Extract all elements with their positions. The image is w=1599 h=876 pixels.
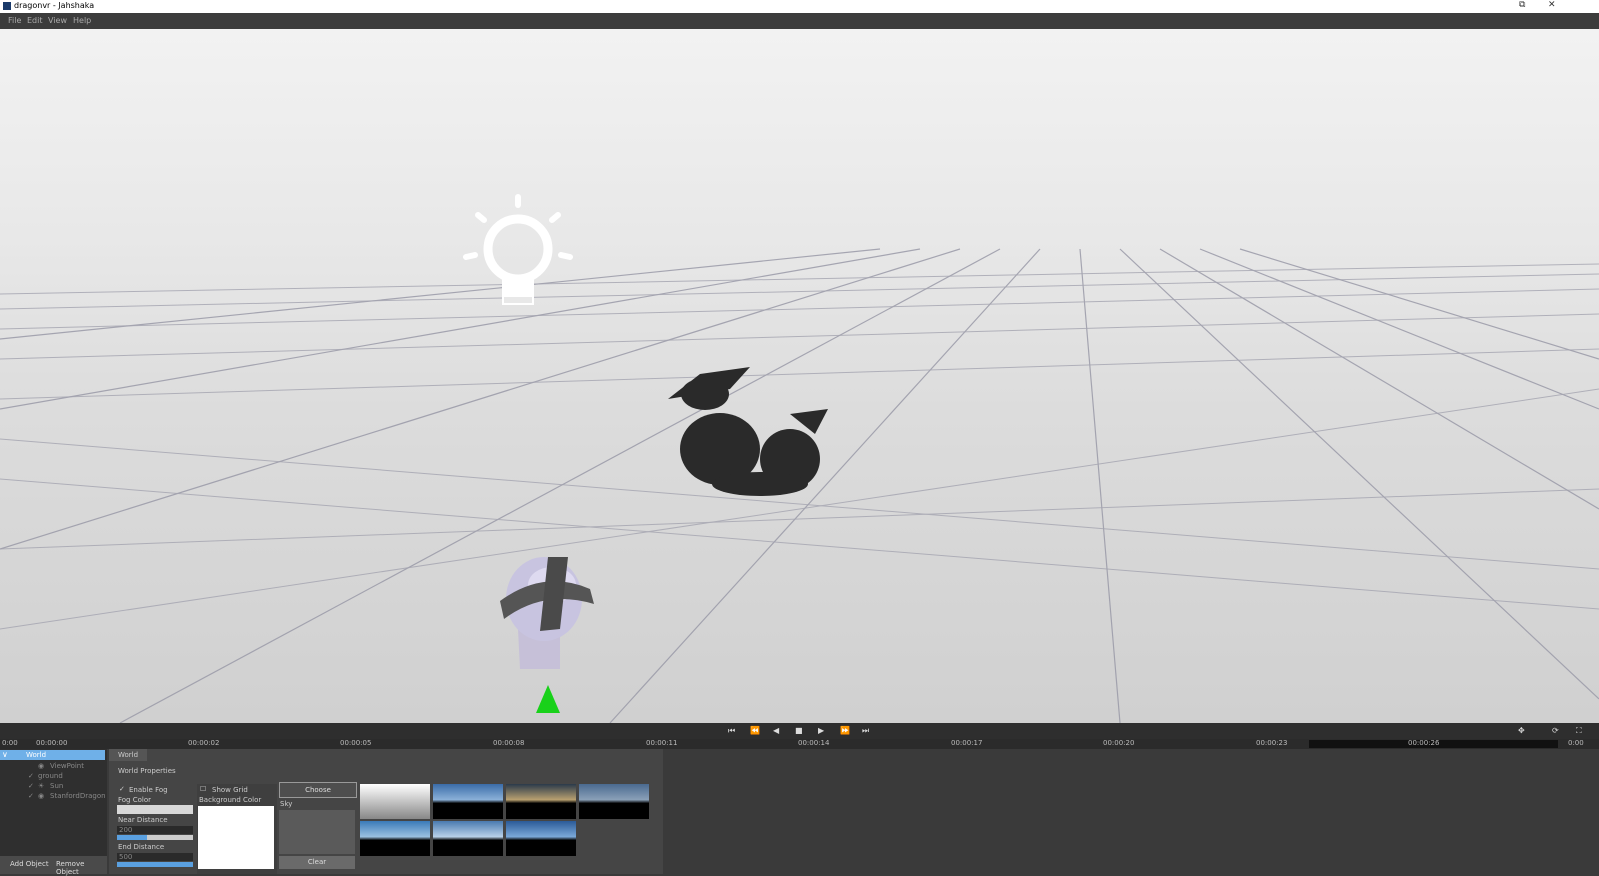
near-distance-input[interactable]: 200: [117, 826, 193, 834]
timeline-start: 0:00: [2, 739, 18, 747]
outliner-buttons: Add Object Remove Object: [0, 856, 107, 876]
timeline-tick: 00:00:17: [951, 739, 983, 747]
near-distance-slider[interactable]: [117, 835, 193, 840]
timeline-tick: 00:00:08: [493, 739, 525, 747]
empty-panel-area: [663, 749, 1599, 874]
timeline-end: 0:00: [1568, 739, 1584, 747]
sky-thumbnail[interactable]: [360, 821, 430, 856]
end-distance-input[interactable]: 500: [117, 853, 193, 861]
enable-fog-checkbox[interactable]: ✓: [119, 785, 125, 793]
viewpoint-arrow-icon: [536, 685, 560, 713]
menu-edit[interactable]: Edit: [27, 16, 43, 25]
tree-item-world[interactable]: ∨ World: [0, 750, 105, 760]
show-grid-checkbox[interactable]: ☐: [200, 785, 206, 793]
timeline-tick: 00:00:26: [1408, 739, 1440, 747]
near-distance-label: Near Distance: [118, 816, 168, 824]
scene-render: [0, 194, 1599, 723]
visibility-check-icon[interactable]: ✓: [28, 782, 34, 790]
clear-sky-button[interactable]: Clear: [279, 856, 355, 869]
tree-item-stanforddragon[interactable]: StanfordDragon: [50, 792, 106, 800]
timeline-tick: 00:00:23: [1256, 739, 1288, 747]
viewpoint-headset-model: [500, 557, 594, 669]
tree-item-sun[interactable]: Sun: [50, 782, 63, 790]
enable-fog-label: Enable Fog: [129, 786, 168, 794]
section-title: World Properties: [118, 767, 176, 775]
chevron-down-icon[interactable]: ∨: [2, 750, 8, 759]
scene-viewport[interactable]: [0, 29, 1599, 723]
add-object-button[interactable]: Add Object: [10, 860, 49, 868]
skip-start-icon[interactable]: ⏮: [728, 726, 735, 736]
show-grid-label: Show Grid: [212, 786, 248, 794]
visibility-check-icon[interactable]: ✓: [28, 792, 34, 800]
step-back-icon[interactable]: ◀: [773, 726, 779, 735]
play-icon[interactable]: ▶: [818, 726, 824, 735]
slider-fill: [117, 835, 147, 840]
menu-help[interactable]: Help: [73, 16, 91, 25]
background-color-swatch[interactable]: [198, 806, 274, 869]
transport-bar: ⏮ ⏪ ◀ ■ ▶ ⏩ ⏭ ✥ ⟳ ⛶: [0, 723, 1599, 739]
skip-end-icon[interactable]: ⏭: [862, 726, 869, 736]
tree-item-ground[interactable]: ground: [38, 772, 63, 780]
window-title: dragonvr - Jahshaka: [14, 1, 95, 10]
rotate-tool-icon[interactable]: ⟳: [1552, 726, 1559, 735]
fast-forward-icon[interactable]: ⏩: [840, 726, 850, 735]
title-bar: dragonvr - Jahshaka ⧉ ✕: [0, 0, 1599, 13]
sky-thumbnail[interactable]: [579, 784, 649, 819]
timeline-tick: 00:00:02: [188, 739, 220, 747]
end-distance-label: End Distance: [118, 843, 165, 851]
timeline[interactable]: 0:00 00:00:00 00:00:02 00:00:05 00:00:08…: [0, 739, 1599, 749]
sky-thumbnail[interactable]: [506, 821, 576, 856]
app-icon: [3, 2, 11, 10]
eye-icon: ◉: [38, 762, 45, 770]
scene-outliner: ∨ World ◉ ViewPoint ✓ ground ✓ ☀ Sun ✓ ◉…: [0, 749, 107, 856]
tab-world[interactable]: World: [109, 749, 147, 761]
timeline-tick: 00:00:14: [798, 739, 830, 747]
timeline-tick: 00:00:05: [340, 739, 372, 747]
end-distance-slider[interactable]: [117, 862, 193, 867]
background-color-label: Background Color: [199, 796, 262, 804]
timeline-tick: 00:00:20: [1103, 739, 1135, 747]
sky-thumbnail[interactable]: [433, 821, 503, 856]
menu-view[interactable]: View: [48, 16, 67, 25]
dragon-model: [668, 367, 828, 496]
mesh-icon: ◉: [38, 792, 45, 800]
close-icon[interactable]: ✕: [1548, 0, 1556, 10]
restore-icon[interactable]: ⧉: [1519, 0, 1525, 10]
stop-icon[interactable]: ■: [795, 726, 803, 735]
light-bulb-icon: [463, 194, 573, 305]
rewind-icon[interactable]: ⏪: [750, 726, 760, 735]
fullscreen-icon[interactable]: ⛶: [1576, 726, 1582, 736]
tree-item-viewpoint[interactable]: ViewPoint: [50, 762, 84, 770]
sky-thumbnail[interactable]: [433, 784, 503, 819]
sun-icon: ☀: [38, 782, 45, 790]
sky-preview: [279, 810, 355, 854]
menu-bar: File Edit View Help: [0, 13, 1599, 29]
visibility-check-icon[interactable]: ✓: [28, 772, 34, 780]
timeline-tick: 00:00:11: [646, 739, 678, 747]
menu-file[interactable]: File: [8, 16, 21, 25]
choose-sky-button[interactable]: Choose: [279, 782, 357, 798]
sky-thumbnail[interactable]: [360, 784, 430, 819]
timeline-tick: 00:00:00: [36, 739, 68, 747]
sky-thumbnail[interactable]: [506, 784, 576, 819]
sky-label: Sky: [280, 800, 293, 808]
move-tool-icon[interactable]: ✥: [1518, 726, 1525, 735]
fog-color-swatch[interactable]: [117, 805, 193, 814]
fog-color-label: Fog Color: [118, 796, 152, 804]
